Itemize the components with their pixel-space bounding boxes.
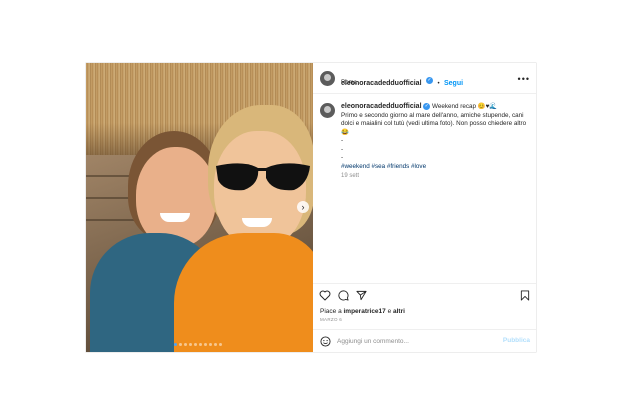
verified-badge-icon: ✓ <box>423 103 431 110</box>
caption: eleonoracadeddu​official ✓ Weekend recap… <box>341 103 531 171</box>
carousel-next-button[interactable]: › <box>297 201 309 213</box>
caption-avatar[interactable] <box>320 103 335 118</box>
post-date: MARZO 6 <box>320 317 343 322</box>
post-photo[interactable]: › <box>86 63 313 352</box>
carousel-dot <box>219 343 222 346</box>
avatar[interactable] <box>320 71 335 86</box>
carousel-dot <box>174 343 177 346</box>
publish-button[interactable]: Pubblica <box>503 337 530 344</box>
carousel-dot <box>204 343 207 346</box>
caption-dot: - <box>341 137 344 145</box>
follow-button[interactable]: Segui <box>444 80 463 87</box>
carousel-dot <box>194 343 197 346</box>
likes-others-link[interactable]: altri <box>393 308 405 315</box>
carousel-dot <box>214 343 217 346</box>
person-left-face <box>136 147 216 247</box>
heart-icon[interactable] <box>319 290 331 301</box>
post-side-panel: eleonoracadeddu​official ✓ • Segui Roma … <box>313 63 536 352</box>
caption-dot: - <box>341 154 344 162</box>
comment-icon[interactable] <box>338 290 349 301</box>
action-bar <box>313 283 536 301</box>
sunglasses <box>216 163 310 191</box>
hashtags[interactable]: #weekend #sea #friends #love <box>341 163 531 172</box>
caption-dot: - <box>341 145 344 153</box>
comment-input[interactable] <box>337 336 497 346</box>
likes-summary: Piace a imperatrice17 e altri <box>320 308 405 315</box>
carousel-dots <box>174 343 222 346</box>
caption-username[interactable]: eleonoracadeddu​official <box>341 103 422 110</box>
carousel-dot <box>189 343 192 346</box>
caption-title: Weekend recap 😊♥🌊 <box>432 103 498 111</box>
location-link[interactable]: Roma <box>341 80 357 86</box>
caption-body: Primo e secondo giorno al mare dell'anno… <box>341 111 527 136</box>
carousel-dot <box>199 343 202 346</box>
timestamp[interactable]: 19 sett <box>341 173 359 179</box>
carousel-dot <box>209 343 212 346</box>
emoji-icon[interactable] <box>320 336 331 347</box>
comment-bar: Pubblica <box>313 329 536 353</box>
verified-badge-icon: ✓ <box>425 77 433 85</box>
carousel-dot <box>184 343 187 346</box>
instagram-post: › eleonoracadeddu​official ✓ • Segui Rom… <box>86 63 536 352</box>
send-icon[interactable] <box>356 290 367 301</box>
bookmark-icon[interactable] <box>520 290 530 301</box>
post-header: eleonoracadeddu​official ✓ • Segui Roma … <box>313 63 536 94</box>
carousel-dot <box>179 343 182 346</box>
liked-by-user-link[interactable]: imperatrice17 <box>344 308 386 315</box>
more-options-button[interactable]: ••• <box>518 74 530 84</box>
